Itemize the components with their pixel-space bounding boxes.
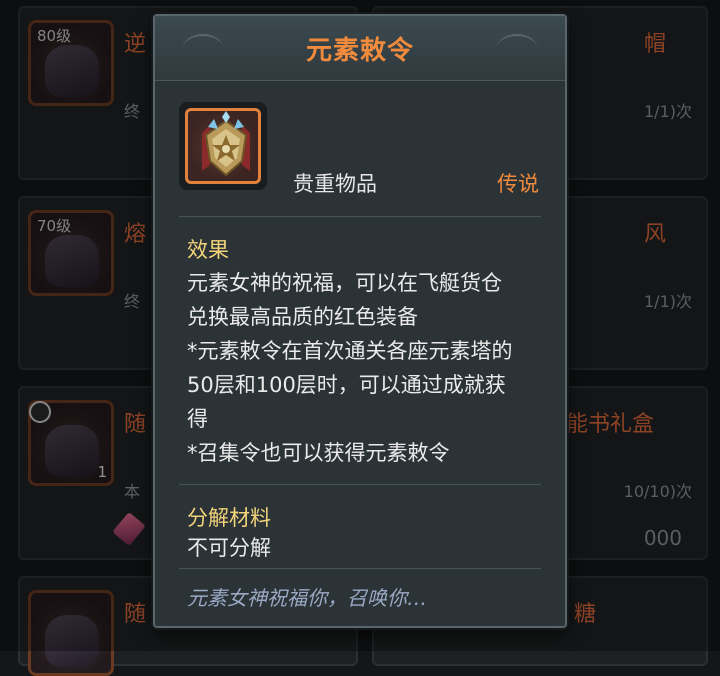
- effect-line: 50层和100层时，可以通过成就获: [187, 373, 506, 397]
- effect-line: 元素女神的祝福，可以在飞艇货仓: [187, 271, 502, 295]
- item-icon-frame: [179, 102, 267, 190]
- effect-line: 得: [187, 407, 208, 431]
- effect-heading: 效果: [187, 238, 229, 262]
- divider: [179, 568, 541, 569]
- divider: [179, 484, 541, 485]
- item-rarity: 传说: [497, 172, 539, 196]
- flavor-text: 元素女神祝福你，召唤你…: [187, 586, 427, 610]
- effect-line: *召集令也可以获得元素敕令: [187, 441, 450, 465]
- effect-description: 元素女神的祝福，可以在飞艇货仓 兑换最高品质的红色装备 *元素敕令在首次通关各座…: [187, 266, 545, 470]
- item-tooltip: 元素敕令 贵重物品 传说 效果 元素女神的祝福，可以在飞艇货仓 兑换最高品质的红…: [153, 14, 567, 628]
- decompose-value: 不可分解: [187, 536, 271, 560]
- effect-line: *元素敕令在首次通关各座元素塔的: [187, 339, 513, 363]
- decompose-heading: 分解材料: [187, 506, 271, 530]
- divider: [179, 216, 541, 217]
- item-category: 贵重物品: [293, 172, 377, 196]
- effect-line: 兑换最高品质的红色装备: [187, 305, 418, 329]
- tooltip-title-bar: 元素敕令: [155, 16, 565, 81]
- item-title: 元素敕令: [305, 36, 414, 66]
- elemental-edict-emblem-icon: [185, 108, 261, 184]
